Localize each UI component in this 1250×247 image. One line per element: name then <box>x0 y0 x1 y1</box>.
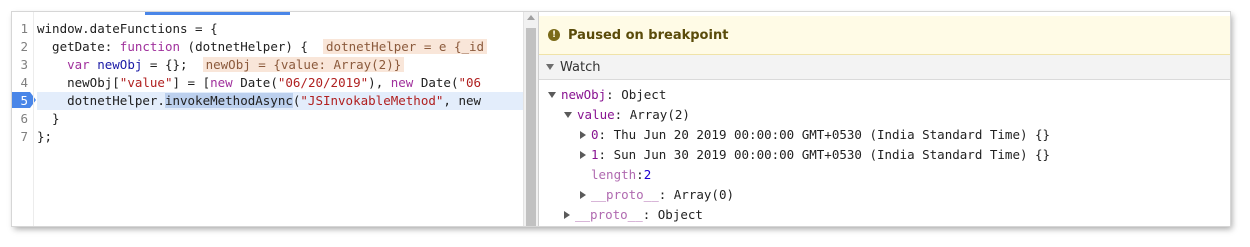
property-value: : Object <box>606 87 667 102</box>
tree-node-item-1[interactable]: 1 : Sun Jun 30 2019 00:00:00 GMT+0530 (I… <box>580 145 1050 165</box>
code-text: ), <box>368 75 391 90</box>
expand-arrow-icon[interactable] <box>546 64 554 70</box>
code-text: (dotnetHelper) { <box>180 39 324 54</box>
source-editor[interactable]: 1 2 3 4 5 6 7 window.dateFunctions = { g… <box>12 12 538 226</box>
code-line: var newObj = {}; newObj = {value: Array(… <box>37 56 523 74</box>
property-value: : Object <box>642 207 703 222</box>
property-value: : Thu Jun 20 2019 00:00:00 GMT+0530 (Ind… <box>598 127 1051 142</box>
code-keyword: new <box>210 75 233 90</box>
gutter-divider <box>33 12 34 226</box>
property-name: newObj <box>561 87 607 102</box>
editor-scrollbar[interactable] <box>523 12 538 226</box>
active-tab-indicator <box>145 12 290 15</box>
code-text: newObj[ <box>67 75 120 90</box>
code-line: window.dateFunctions = { <box>37 20 523 38</box>
code-text: ] = [ <box>172 75 211 90</box>
code-line: } <box>37 110 523 128</box>
property-name: __proto__ <box>591 187 659 202</box>
property-name: value <box>577 107 615 122</box>
code-line: newObj["value"] = [new Date("06/20/2019"… <box>37 74 523 92</box>
code-string: "06 <box>458 75 482 90</box>
debugger-sidebar: ! Paused on breakpoint Watch newObj : Ob… <box>539 12 1230 226</box>
code-text: Date( <box>232 75 278 90</box>
property-value: 2 <box>643 167 652 182</box>
expand-arrow-icon[interactable] <box>548 92 556 98</box>
code-string: "JSInvokableMethod" <box>300 93 444 108</box>
property-name: length <box>591 167 637 182</box>
collapse-arrow-icon[interactable] <box>564 211 570 219</box>
watch-section-header[interactable]: Watch <box>539 55 1230 80</box>
devtools-window: 1 2 3 4 5 6 7 window.dateFunctions = { g… <box>12 12 1230 226</box>
code-text: dotnetHelper. <box>37 93 165 108</box>
property-value: : Array(0) <box>658 187 734 202</box>
code-area[interactable]: window.dateFunctions = { getDate: functi… <box>37 20 523 146</box>
code-string: "value" <box>119 75 173 90</box>
property-name: 1 <box>591 147 599 162</box>
collapse-arrow-icon[interactable] <box>580 131 586 139</box>
property-value: : Sun Jun 30 2019 00:00:00 GMT+0530 (Ind… <box>598 147 1051 162</box>
line-number[interactable]: 6 <box>12 110 30 128</box>
scrollbar-thumb[interactable] <box>526 28 536 226</box>
tree-node-item-0[interactable]: 0 : Thu Jun 20 2019 00:00:00 GMT+0530 (I… <box>580 125 1050 145</box>
code-text: Date( <box>413 75 459 90</box>
tree-node-value[interactable]: value : Array(2) <box>564 105 690 125</box>
property-separator: : <box>636 167 644 182</box>
code-string: "06/20/2019" <box>277 75 369 90</box>
tree-node-proto-array[interactable]: __proto__ : Array(0) <box>580 185 734 205</box>
code-line: getDate: function (dotnetHelper) { dotne… <box>37 38 523 56</box>
paused-message: Paused on breakpoint <box>568 27 729 43</box>
tree-node-newobj[interactable]: newObj : Object <box>548 85 666 105</box>
expand-arrow-icon[interactable] <box>564 112 572 118</box>
line-number[interactable]: 2 <box>12 38 30 56</box>
tree-node-length[interactable]: length : 2 <box>591 165 651 185</box>
code-text: }; <box>37 129 53 144</box>
tree-node-proto-object[interactable]: __proto__ : Object <box>564 205 703 225</box>
info-icon: ! <box>548 29 560 41</box>
inline-value-newobj[interactable]: newObj = {value: Array(2)} <box>202 57 405 72</box>
code-text: getDate: <box>37 39 120 54</box>
code-keyword: function <box>119 39 181 54</box>
code-text: , new <box>443 93 482 108</box>
collapse-arrow-icon[interactable] <box>580 151 586 159</box>
property-name: __proto__ <box>575 207 643 222</box>
line-number[interactable]: 7 <box>12 128 30 146</box>
property-name: 0 <box>591 127 599 142</box>
code-keyword: new <box>390 75 414 90</box>
line-number[interactable]: 3 <box>12 56 30 74</box>
code-text: = {}; <box>142 57 203 72</box>
code-line: }; <box>37 128 523 146</box>
code-text: window.dateFunctions = { <box>37 21 218 36</box>
scroll-up-icon[interactable] <box>527 15 535 20</box>
paused-banner: ! Paused on breakpoint <box>539 16 1230 55</box>
line-number[interactable]: 4 <box>12 74 30 92</box>
watch-title[interactable]: Watch <box>560 60 600 75</box>
line-number[interactable]: 1 <box>12 20 30 38</box>
code-variable: newObj <box>89 57 143 72</box>
code-keyword: var <box>67 57 90 72</box>
collapse-arrow-icon[interactable] <box>580 191 586 199</box>
selected-text[interactable]: invokeMethodAsync <box>164 93 293 108</box>
code-line-current: dotnetHelper.invokeMethodAsync("JSInvoka… <box>37 92 523 110</box>
property-value: : Array(2) <box>614 107 690 122</box>
line-number-gutter[interactable]: 1 2 3 4 5 6 7 <box>12 20 30 146</box>
line-number-current[interactable]: 5 <box>12 92 30 110</box>
code-text: } <box>37 111 60 126</box>
inline-value-dotnethelper[interactable]: dotnetHelper = e {_id <box>323 39 488 54</box>
